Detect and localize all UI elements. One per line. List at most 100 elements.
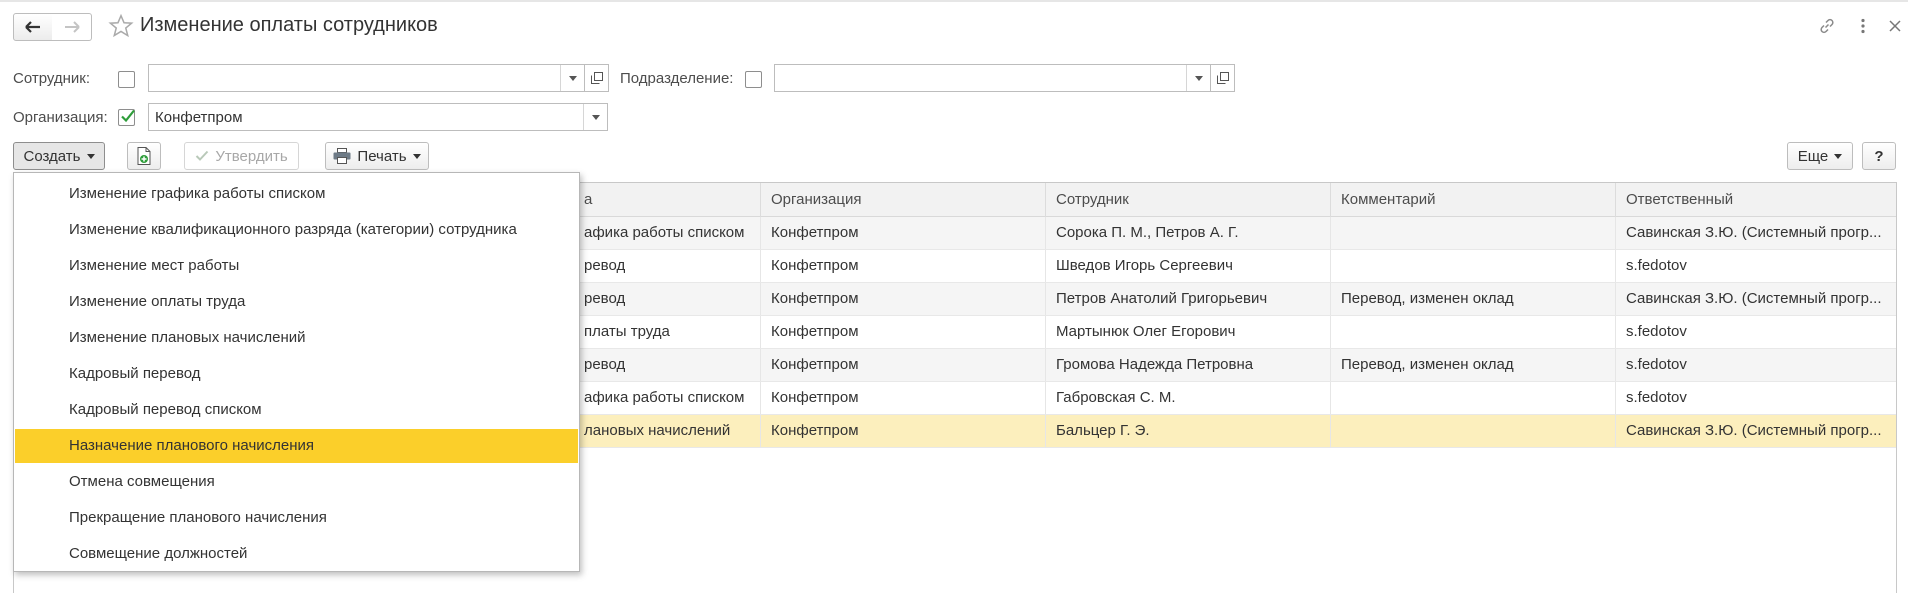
table-cell: ревод — [584, 290, 626, 307]
forward-button[interactable] — [52, 13, 92, 41]
employee-label: Сотрудник: — [13, 70, 91, 87]
table-cell: Савинская З.Ю. (Системный прогр... — [1615, 217, 1898, 249]
column-header-responsible[interactable]: Ответственный — [1615, 183, 1898, 217]
organization-label: Организация: — [13, 109, 108, 126]
department-checkbox[interactable] — [745, 71, 762, 88]
checkmark-icon — [196, 150, 209, 161]
menu-item-change-qualification[interactable]: Изменение квалификационного разряда (кат… — [15, 213, 578, 247]
link-icon[interactable] — [1816, 15, 1838, 37]
chevron-down-icon — [1194, 75, 1203, 81]
table-cell: Конфетпром — [760, 283, 1045, 315]
table-cell: Конфетпром — [760, 217, 1045, 249]
menu-item-combine-positions[interactable]: Совмещение должностей — [15, 537, 578, 571]
help-button-label: ? — [1874, 147, 1884, 165]
employee-field[interactable] — [148, 64, 585, 92]
department-open-button[interactable] — [1211, 64, 1235, 92]
close-icon[interactable] — [1884, 15, 1906, 37]
approve-button[interactable]: Утвердить — [184, 142, 299, 170]
table-cell: s.fedotov — [1615, 316, 1898, 348]
back-button[interactable] — [13, 13, 53, 41]
table-cell: Перевод, изменен оклад — [1330, 283, 1615, 315]
organization-value: Конфетпром — [155, 108, 243, 126]
chevron-down-icon — [568, 75, 577, 81]
column-header-organization[interactable]: Организация — [760, 183, 1045, 217]
more-button-label: Еще — [1797, 147, 1829, 165]
chevron-down-icon — [591, 114, 600, 120]
open-window-icon — [1216, 72, 1229, 84]
checkmark-icon — [121, 109, 135, 123]
table-cell: афика работы списком — [584, 389, 745, 406]
table-cell — [1330, 316, 1615, 348]
table-cell — [1330, 382, 1615, 414]
table-cell: Габровская С. М. — [1045, 382, 1330, 414]
organization-dropdown-button[interactable] — [583, 104, 607, 130]
table-cell — [1330, 250, 1615, 282]
employee-open-button[interactable] — [585, 64, 609, 92]
table-cell: афика работы списком — [584, 224, 745, 241]
table-cell: Бальцер Г. Э. — [1045, 415, 1330, 447]
menu-item-change-planned-accruals[interactable]: Изменение плановых начислений — [15, 321, 578, 355]
create-button-label: Создать — [23, 147, 81, 165]
create-button[interactable]: Создать — [13, 142, 105, 170]
table-cell: Конфетпром — [760, 250, 1045, 282]
department-label: Подразделение: — [620, 70, 734, 87]
column-header-comment[interactable]: Комментарий — [1330, 183, 1615, 217]
table-cell: Савинская З.Ю. (Системный прогр... — [1615, 415, 1898, 447]
copy-document-button[interactable] — [127, 142, 161, 170]
employee-dropdown-button[interactable] — [560, 65, 584, 91]
table-cell: ревод — [584, 257, 626, 274]
help-button[interactable]: ? — [1862, 142, 1896, 170]
arrow-right-icon — [64, 21, 80, 33]
department-dropdown-button[interactable] — [1186, 65, 1210, 91]
table-cell: лановых начислений — [584, 422, 731, 439]
star-icon[interactable] — [108, 13, 134, 39]
menu-item-cancel-combination[interactable]: Отмена совмещения — [15, 465, 578, 499]
table-cell: Мартынюк Олег Егорович — [1045, 316, 1330, 348]
table-cell: s.fedotov — [1615, 349, 1898, 381]
menu-item-transfer-list[interactable]: Кадровый перевод списком — [15, 393, 578, 427]
print-button-label: Печать — [357, 147, 407, 165]
more-button[interactable]: Еще — [1787, 142, 1853, 170]
chevron-down-icon — [1834, 153, 1843, 159]
department-field[interactable] — [774, 64, 1211, 92]
organization-field[interactable]: Конфетпром — [148, 103, 608, 131]
table-cell: Сорока П. М., Петров А. Г. — [1045, 217, 1330, 249]
menu-item-transfer[interactable]: Кадровый перевод — [15, 357, 578, 391]
chevron-down-icon — [412, 153, 421, 159]
window-top-border — [0, 0, 1908, 2]
page-title: Изменение оплаты сотрудников — [140, 14, 438, 36]
table-cell: Шведов Игорь Сергеевич — [1045, 250, 1330, 282]
open-window-icon — [590, 72, 603, 84]
printer-icon — [333, 148, 351, 164]
menu-item-assign-planned-accrual[interactable]: Назначение планового начисления — [15, 429, 578, 463]
table-cell: Перевод, изменен оклад — [1330, 349, 1615, 381]
table-cell: Конфетпром — [760, 415, 1045, 447]
arrow-left-icon — [25, 21, 40, 33]
create-menu: Изменение графика работы списком Изменен… — [13, 172, 580, 572]
menu-item-stop-planned-accrual[interactable]: Прекращение планового начисления — [15, 501, 578, 535]
copy-document-icon — [137, 147, 151, 165]
employee-checkbox[interactable] — [118, 71, 135, 88]
table-cell: Петров Анатолий Григорьевич — [1045, 283, 1330, 315]
table-cell — [1330, 217, 1615, 249]
table-cell: платы труда — [584, 323, 670, 340]
column-header-type[interactable]: а — [574, 183, 774, 217]
print-button[interactable]: Печать — [325, 142, 429, 170]
menu-item-change-workplaces[interactable]: Изменение мест работы — [15, 249, 578, 283]
table-cell: Громова Надежда Петровна — [1045, 349, 1330, 381]
table-cell: Конфетпром — [760, 349, 1045, 381]
table-cell: s.fedotov — [1615, 250, 1898, 282]
table-cell: ревод — [584, 356, 626, 373]
menu-item-change-schedule-list[interactable]: Изменение графика работы списком — [15, 177, 578, 211]
table-cell: Конфетпром — [760, 382, 1045, 414]
table-cell: Савинская З.Ю. (Системный прогр... — [1615, 283, 1898, 315]
chevron-down-icon — [86, 153, 95, 159]
menu-item-change-pay[interactable]: Изменение оплаты труда — [15, 285, 578, 319]
table-cell: s.fedotov — [1615, 382, 1898, 414]
table-cell — [1330, 415, 1615, 447]
table-cell: Конфетпром — [760, 316, 1045, 348]
approve-button-label: Утвердить — [215, 147, 288, 165]
organization-checkbox[interactable] — [118, 109, 135, 126]
column-header-employee[interactable]: Сотрудник — [1045, 183, 1330, 217]
more-vertical-icon[interactable] — [1852, 15, 1874, 37]
